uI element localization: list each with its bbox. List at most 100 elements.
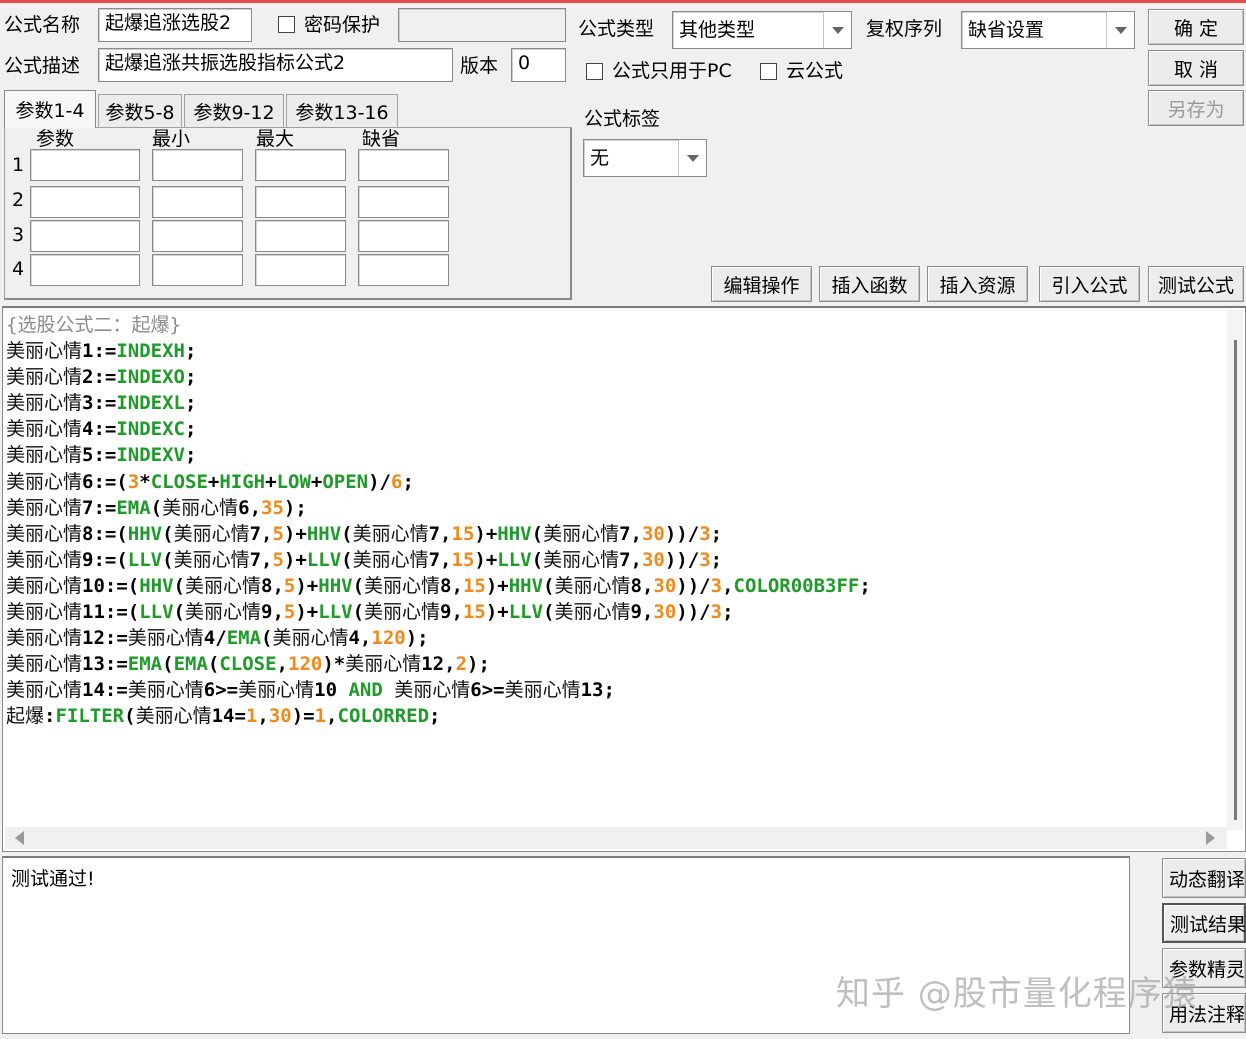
adjust-series-value: 缺省设置 [968, 19, 1045, 41]
code-token: )+ [283, 522, 307, 545]
test-formula-button[interactable]: 测试公式 [1148, 266, 1244, 302]
code-line[interactable]: 美丽心情8:=(HHV(美丽心情7,5)+HHV(美丽心情7,15)+HHV(美… [6, 521, 1228, 547]
tab-params-13-16[interactable]: 参数13-16 [286, 94, 398, 128]
scroll-left-arrow-icon[interactable] [15, 831, 24, 845]
tab-params-9-12[interactable]: 参数9-12 [184, 94, 284, 128]
code-line[interactable]: 美丽心情9:=(LLV(美丽心情7,5)+LLV(美丽心情7,15)+LLV(美… [6, 547, 1228, 573]
chevron-down-icon[interactable] [823, 12, 851, 48]
vertical-scrollbar[interactable] [1227, 310, 1243, 830]
param-max-cell[interactable] [255, 220, 346, 252]
save-as-button[interactable]: 另存为 [1148, 90, 1244, 126]
code-token: 美丽心情 [135, 705, 212, 728]
code-token: 4:= [82, 418, 117, 441]
code-token: ; [184, 366, 197, 389]
code-token: 美丽心情 [6, 653, 83, 676]
param-min-cell[interactable] [152, 186, 243, 218]
param-min-cell[interactable] [152, 220, 243, 252]
pc-only-checkbox[interactable] [586, 63, 603, 80]
scroll-thumb[interactable] [1234, 340, 1237, 820]
horizontal-scrollbar[interactable] [5, 827, 1227, 849]
formula-tag-label: 公式标签 [584, 108, 661, 130]
insert-resource-label: 插入资源 [939, 274, 1016, 297]
tab-params-5-8[interactable]: 参数5-8 [98, 94, 182, 128]
formula-type-label: 公式类型 [578, 18, 655, 40]
code-token: 120 [288, 653, 323, 676]
cloud-formula-checkbox[interactable] [760, 63, 777, 80]
formula-type-select[interactable]: 其他类型 [672, 11, 852, 49]
code-editor[interactable]: {选股公式二：起爆} 美丽心情1:=INDEXH; 美丽心情2:=INDEXO; 美丽… [2, 306, 1246, 852]
param-name-cell[interactable] [30, 186, 140, 218]
ok-button[interactable]: 确 定 [1148, 9, 1244, 45]
code-line[interactable]: 美丽心情11:=(LLV(美丽心情9,5)+LLV(美丽心情9,15)+LLV(… [6, 599, 1228, 625]
code-line[interactable]: 美丽心情10:=(HHV(美丽心情8,5)+HHV(美丽心情8,15)+HHV(… [6, 573, 1228, 599]
code-line[interactable]: 美丽心情6:=(3*CLOSE+HIGH+LOW+OPEN)/6; [6, 469, 1228, 495]
code-line[interactable]: 美丽心情13:=EMA(EMA(CLOSE,120)*美丽心情12,2); [6, 651, 1228, 677]
password-input[interactable] [398, 8, 566, 42]
code-text[interactable]: {选股公式二：起爆} 美丽心情1:=INDEXH; 美丽心情2:=INDEXO; 美丽… [6, 312, 1228, 730]
formula-name-input[interactable]: 起爆追涨选股2 [98, 8, 252, 42]
tab-params-1-4[interactable]: 参数1-4 [4, 90, 96, 128]
code-token: 美丽心情 [173, 522, 250, 545]
param-name-cell[interactable] [30, 220, 140, 252]
param-default-cell[interactable] [358, 149, 449, 181]
code-token: {选股公式二：起爆} [6, 314, 181, 336]
chevron-down-icon[interactable] [678, 140, 706, 176]
password-checkbox[interactable] [278, 16, 295, 33]
code-token: ; [184, 444, 197, 467]
code-token: ; [184, 340, 197, 363]
param-name-cell[interactable] [30, 149, 140, 181]
code-token: 美丽心情 [162, 496, 239, 519]
code-token: ( [173, 574, 185, 597]
code-token: 30 [653, 574, 677, 597]
dynamic-translate-button[interactable]: 动态翻译 [1162, 858, 1246, 898]
param-min-cell[interactable] [152, 254, 243, 286]
code-line[interactable]: 美丽心情12:=美丽心情4/EMA(美丽心情4,120); [6, 625, 1228, 651]
code-line[interactable]: 美丽心情2:=INDEXO; [6, 364, 1228, 390]
code-token: ( [173, 601, 185, 624]
insert-resource-button[interactable]: 插入资源 [927, 266, 1028, 302]
scroll-right-arrow-icon[interactable] [1206, 831, 1215, 845]
param-default-cell[interactable] [358, 220, 449, 252]
code-line[interactable]: 美丽心情1:=INDEXH; [6, 338, 1228, 364]
formula-tag-select[interactable]: 无 [583, 139, 707, 177]
code-token: 3 [710, 574, 723, 597]
formula-desc-input[interactable]: 起爆追涨共振选股指标公式2 [98, 48, 453, 82]
param-max-cell[interactable] [255, 254, 346, 286]
chevron-down-icon[interactable] [1106, 12, 1134, 48]
code-line[interactable]: {选股公式二：起爆} [6, 312, 1228, 338]
code-token: 8:=( [82, 522, 128, 545]
code-line[interactable]: 美丽心情14:=美丽心情6>=美丽心情10 AND 美丽心情6>=美丽心情13; [6, 677, 1228, 703]
code-token: )/ [368, 470, 391, 493]
code-token: + [265, 470, 277, 493]
param-default-cell[interactable] [358, 254, 449, 286]
adjust-series-select[interactable]: 缺省设置 [961, 11, 1135, 49]
param-max-cell[interactable] [255, 186, 346, 218]
code-line[interactable]: 美丽心情4:=INDEXC; [6, 416, 1228, 442]
code-token: 7, [619, 522, 642, 545]
code-token: 7:= [82, 496, 117, 519]
dynamic-translate-label: 动态翻译 [1169, 868, 1246, 891]
code-line[interactable]: 美丽心情5:=INDEXV; [6, 442, 1228, 468]
param-name-cell[interactable] [30, 254, 140, 286]
test-result-button[interactable]: 测试结果 [1162, 903, 1246, 943]
code-line[interactable]: 起爆:FILTER(美丽心情14=1,30)=1,COLORRED; [6, 703, 1228, 729]
code-token: 起爆 [6, 705, 45, 728]
code-token: OPEN [322, 470, 369, 493]
code-token: 3 [699, 548, 711, 571]
import-formula-button[interactable]: 引入公式 [1039, 266, 1140, 302]
code-token: 4/ [203, 627, 227, 650]
param-min-cell[interactable] [152, 149, 243, 181]
code-token: 7, [428, 548, 452, 571]
edit-operation-button[interactable]: 编辑操作 [711, 266, 812, 302]
param-max-cell[interactable] [255, 149, 346, 181]
param-default-cell[interactable] [358, 186, 449, 218]
cancel-button[interactable]: 取 消 [1148, 50, 1244, 86]
code-token: 10 [314, 679, 349, 702]
code-token: 美丽心情 [185, 574, 262, 597]
code-token: LLV [139, 601, 174, 624]
insert-function-button[interactable]: 插入函数 [819, 266, 920, 302]
code-line[interactable]: 美丽心情7:=EMA(美丽心情6,35); [6, 495, 1228, 521]
code-line[interactable]: 美丽心情3:=INDEXL; [6, 390, 1228, 416]
test-formula-label: 测试公式 [1157, 274, 1234, 297]
version-input[interactable]: 0 [511, 48, 566, 82]
